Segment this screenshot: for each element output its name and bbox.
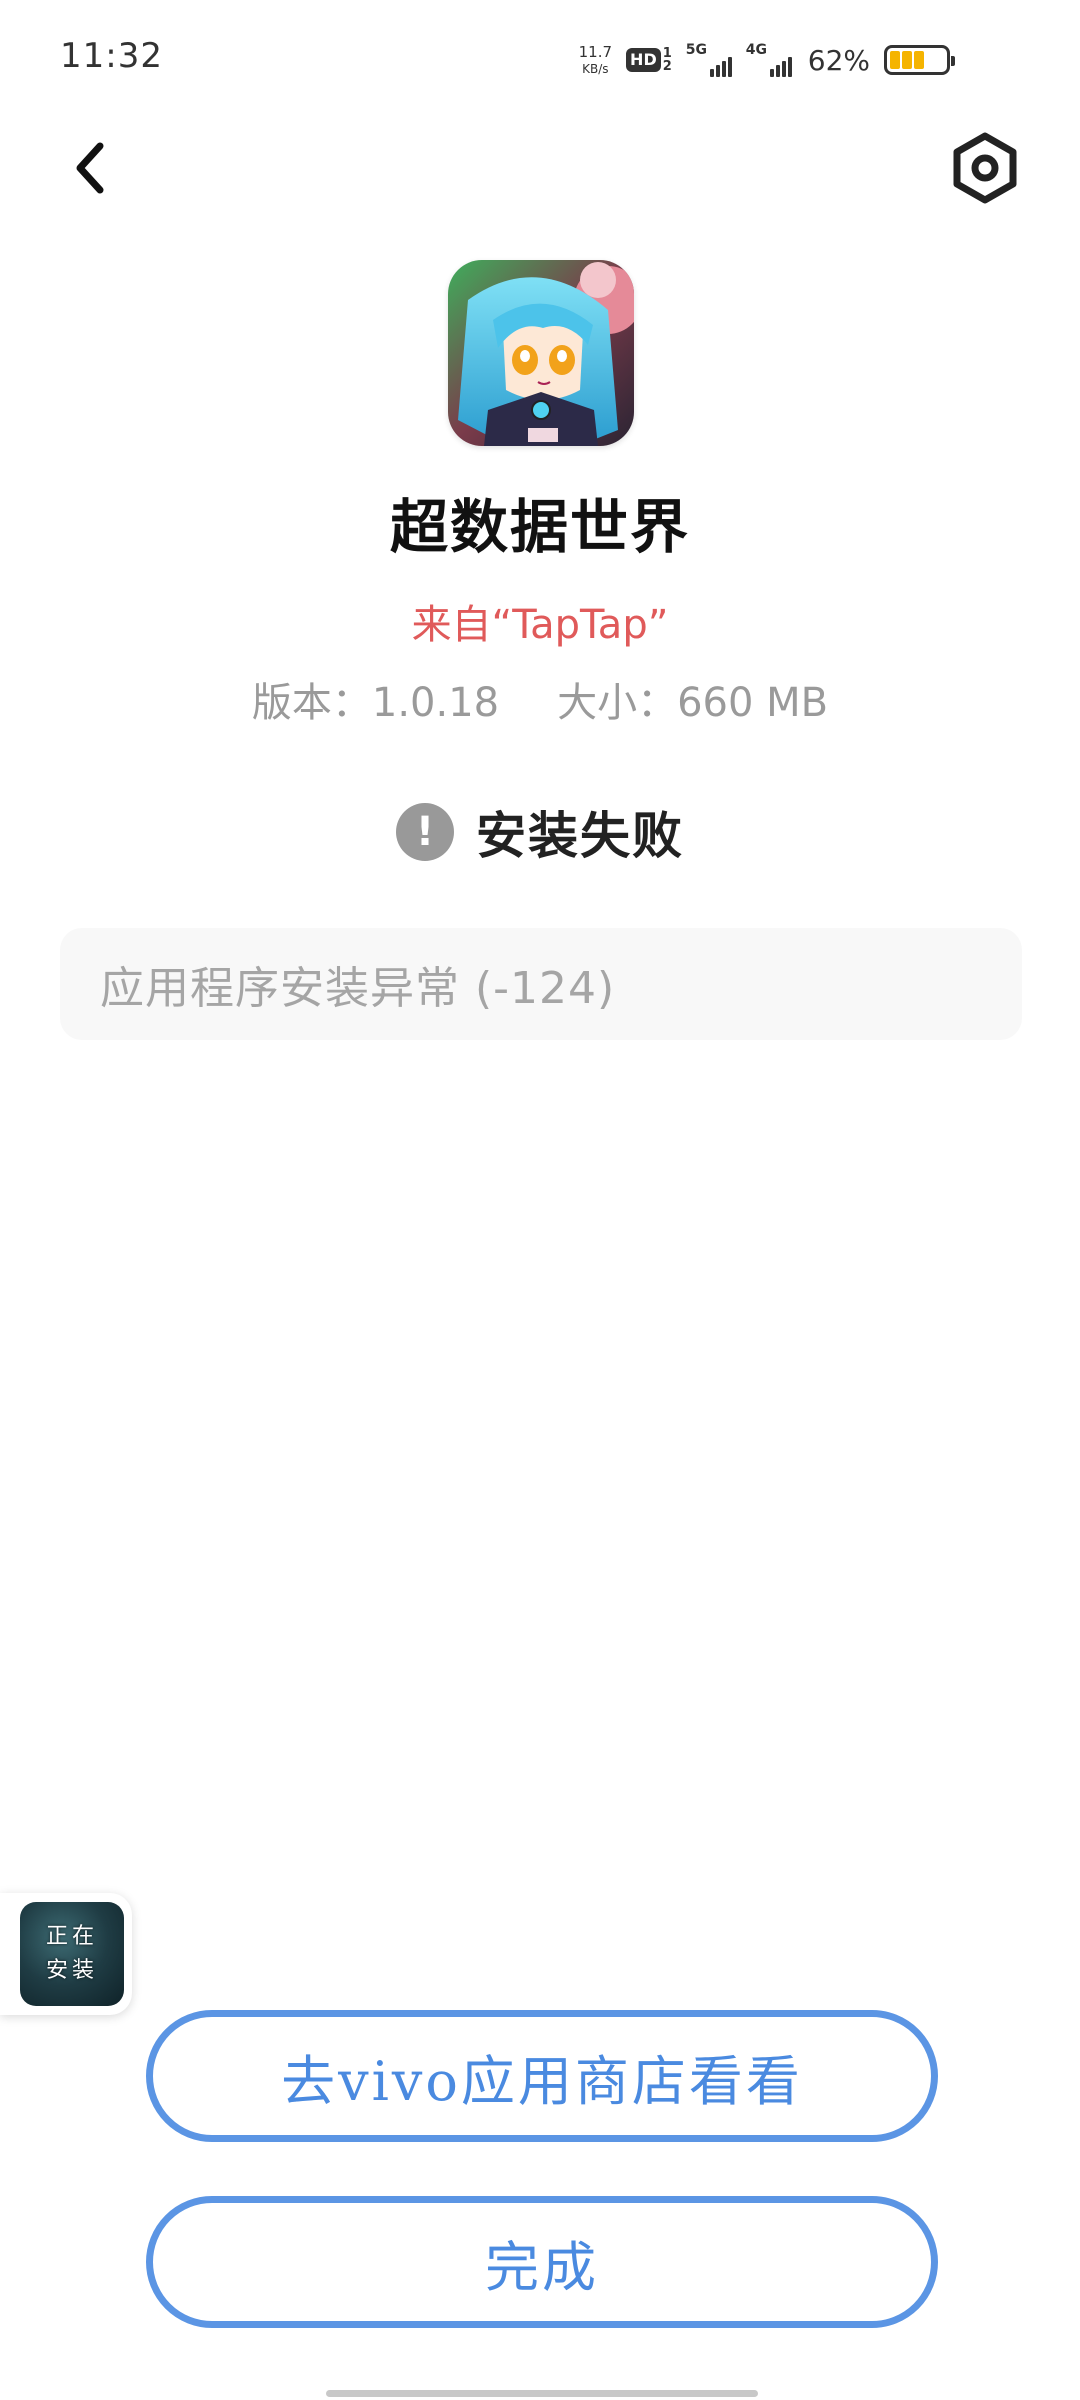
install-failed-text: 安装失败 (476, 806, 684, 865)
signal-bar (727, 57, 732, 77)
install-result-screen: 11:32 11.7 KB/s HD 1 2 5G 4G 62% 超数据世界 来… (0, 0, 1080, 2400)
app-name: 超数据世界 (389, 493, 690, 561)
battery-fill (902, 51, 912, 69)
signal-4g-icon: 4G (746, 43, 792, 77)
app-source: 来自“TapTap” (411, 602, 669, 648)
battery-fill (890, 51, 900, 69)
network-speed-unit: KB/s (582, 62, 609, 76)
app-icon (448, 260, 634, 446)
status-bar: 11:32 11.7 KB/s HD 1 2 5G 4G 62% (0, 0, 1080, 120)
status-time: 11:32 (60, 36, 163, 76)
settings-button[interactable] (950, 130, 1020, 206)
exclamation-icon: ! (396, 803, 454, 861)
network-speed-value: 11.7 (578, 43, 613, 61)
battery-fill (914, 51, 924, 69)
signal-bar (709, 69, 714, 77)
battery-icon (884, 45, 955, 75)
battery-percent: 62% (807, 43, 870, 77)
installing-float-widget[interactable]: 正在 安装 (0, 1893, 132, 2015)
go-to-store-button[interactable]: 去vivo应用商店看看 (146, 2010, 938, 2142)
app-meta: 版本：1.0.18 大小：660 MB (0, 670, 1080, 728)
done-button[interactable]: 完成 (146, 2196, 938, 2328)
signal-5g-icon: 5G (686, 43, 732, 77)
signal-bar (721, 61, 726, 77)
network-speed: 11.7 KB/s (578, 43, 613, 76)
signal-5g-label: 5G (685, 42, 707, 58)
hd-label: HD (626, 48, 661, 72)
install-status: ! 安装失败 (0, 796, 1080, 868)
hd-sub-bottom: 2 (662, 59, 672, 74)
home-indicator[interactable] (326, 2390, 758, 2397)
app-version: 版本：1.0.18 (251, 680, 500, 726)
signal-bar (715, 65, 720, 77)
hd-voice-icon: HD 1 2 (626, 47, 672, 73)
signal-bar (787, 57, 792, 77)
app-size: 大小：660 MB (557, 680, 829, 726)
status-indicators: 11.7 KB/s HD 1 2 5G 4G 62% (578, 40, 955, 80)
chevron-left-icon (76, 142, 104, 194)
error-message-box: 应用程序安装异常 (-124) (60, 928, 1022, 1040)
installing-thumbnail: 正在 安装 (20, 1902, 124, 2006)
hexagon-settings-icon (953, 132, 1017, 204)
installing-line1: 正在 (45, 1924, 98, 1949)
signal-bar (781, 61, 786, 77)
back-button[interactable] (60, 138, 120, 198)
signal-bar (769, 69, 774, 77)
hd-sub: 1 2 (663, 47, 672, 73)
app-icon-illustration (448, 260, 634, 446)
installing-line2: 安装 (45, 1958, 98, 1983)
signal-bar (775, 65, 780, 77)
signal-4g-label: 4G (745, 42, 767, 58)
